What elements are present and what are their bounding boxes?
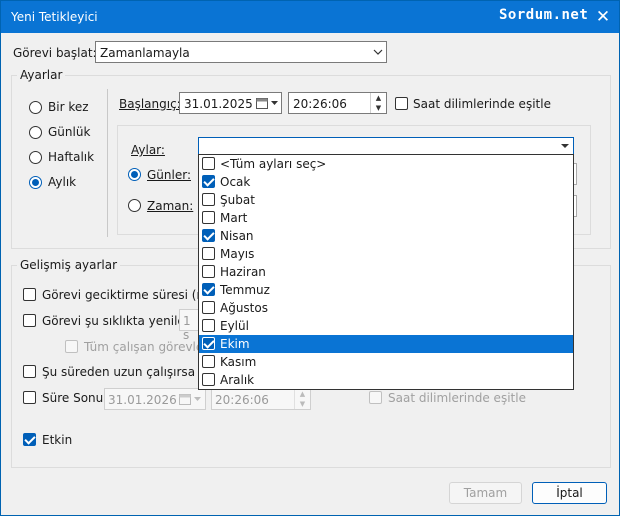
expire-time-field[interactable]: 20:26:06 ▲ ▼ xyxy=(211,388,311,410)
expire-date-picker[interactable]: 31.01.2026 xyxy=(104,388,206,410)
start-task-label: Görevi başlat: xyxy=(13,46,97,60)
chevron-down-icon xyxy=(373,49,383,55)
calendar-icon[interactable] xyxy=(179,393,203,405)
month-checkbox[interactable] xyxy=(202,157,215,170)
radio-once[interactable] xyxy=(29,101,42,114)
expire-time-spinner[interactable]: ▲ ▼ xyxy=(294,389,310,409)
start-time-value: 20:26:06 xyxy=(293,97,347,111)
expire-checkbox[interactable] xyxy=(23,391,36,404)
month-checkbox[interactable] xyxy=(202,301,215,314)
radio-monthly-label: Aylık xyxy=(48,175,77,189)
month-checkbox[interactable] xyxy=(202,211,215,224)
month-checkbox[interactable] xyxy=(202,175,215,188)
chevron-down-icon xyxy=(561,144,569,148)
expire-label: Süre Sonu: xyxy=(42,391,108,405)
month-checkbox[interactable] xyxy=(202,247,215,260)
month-item-label: Haziran xyxy=(220,265,266,279)
month-item-label: Nisan xyxy=(220,229,254,243)
start-date-picker[interactable]: 31.01.2025 xyxy=(179,92,282,114)
start-date-label: Başlangıç: xyxy=(119,97,181,111)
month-item-aug[interactable]: Ağustos xyxy=(199,299,573,317)
month-item-jan[interactable]: Ocak xyxy=(199,173,573,191)
radio-once-label: Bir kez xyxy=(48,100,89,114)
start-task-combo[interactable]: Zamanlamayla xyxy=(95,41,387,63)
expire-sync-checkbox[interactable] xyxy=(369,391,382,404)
watermark-logo: Sordum.net xyxy=(499,7,589,23)
advanced-group-title: Gelişmiş ayarlar xyxy=(17,258,121,272)
month-item-sep[interactable]: Eylül xyxy=(199,317,573,335)
month-checkbox[interactable] xyxy=(202,229,215,242)
radio-days[interactable] xyxy=(128,168,141,181)
month-item-may[interactable]: Mayıs xyxy=(199,245,573,263)
month-item-nov[interactable]: Kasım xyxy=(199,353,573,371)
enabled-checkbox[interactable] xyxy=(23,433,36,446)
stop-all-checkbox[interactable] xyxy=(65,340,78,353)
repeat-checkbox[interactable] xyxy=(23,314,36,327)
calendar-icon[interactable] xyxy=(256,97,280,109)
radio-daily-label: Günlük xyxy=(48,125,91,139)
close-icon[interactable]: ✕ xyxy=(592,6,614,28)
spin-up-icon[interactable]: ▲ xyxy=(371,93,386,103)
sync-timezone-label: Saat dilimlerinde eşitle xyxy=(413,97,551,111)
month-checkbox[interactable] xyxy=(202,319,215,332)
month-item-label: Kasım xyxy=(220,355,257,369)
month-item-all[interactable]: <Tüm ayları seç> xyxy=(199,155,573,173)
expire-date-value: 31.01.2026 xyxy=(108,393,177,407)
start-date-value: 31.01.2025 xyxy=(184,97,253,111)
month-item-label: Mayıs xyxy=(220,247,255,261)
on-label: Zaman: xyxy=(147,199,194,213)
month-item-label: Ekim xyxy=(220,337,250,351)
month-item-label: Ağustos xyxy=(220,301,268,315)
radio-weekly-label: Haftalık xyxy=(48,150,95,164)
months-dropdown-list: <Tüm ayları seç> Ocak Şubat Mart Nisan M… xyxy=(198,154,574,390)
month-checkbox[interactable] xyxy=(202,265,215,278)
start-time-field[interactable]: 20:26:06 ▲ ▼ xyxy=(288,92,387,114)
month-checkbox[interactable] xyxy=(202,373,215,386)
start-task-value: Zamanlamayla xyxy=(100,46,190,60)
expire-sync-label: Saat dilimlerinde eşitle xyxy=(388,391,526,405)
expire-time-value: 20:26:06 xyxy=(215,393,269,407)
enabled-label: Etkin xyxy=(42,433,73,447)
days-label: Günler: xyxy=(147,168,191,182)
month-checkbox[interactable] xyxy=(202,193,215,206)
month-item-dec[interactable]: Aralık xyxy=(199,371,573,389)
time-spinner[interactable]: ▲ ▼ xyxy=(370,93,386,113)
month-item-label: Aralık xyxy=(220,373,255,387)
month-checkbox[interactable] xyxy=(202,283,215,296)
month-item-feb[interactable]: Şubat xyxy=(199,191,573,209)
settings-divider xyxy=(107,89,108,237)
month-item-label: Temmuz xyxy=(220,283,270,297)
radio-daily[interactable] xyxy=(29,126,42,139)
month-checkbox[interactable] xyxy=(202,337,215,350)
dialog-window: Yeni Tetikleyici Sordum.net ✕ Görevi baş… xyxy=(0,0,620,516)
month-item-jun[interactable]: Haziran xyxy=(199,263,573,281)
month-item-mar[interactable]: Mart xyxy=(199,209,573,227)
sync-timezone-checkbox[interactable] xyxy=(395,97,408,110)
month-item-label: Eylül xyxy=(220,319,249,333)
spin-down-icon[interactable]: ▼ xyxy=(295,399,310,409)
spin-up-icon[interactable]: ▲ xyxy=(295,389,310,399)
title-bar[interactable]: Yeni Tetikleyici Sordum.net ✕ xyxy=(1,1,619,33)
month-item-apr[interactable]: Nisan xyxy=(199,227,573,245)
spin-down-icon[interactable]: ▼ xyxy=(371,103,386,113)
delay-checkbox[interactable] xyxy=(23,288,36,301)
cancel-button[interactable]: İptal xyxy=(532,482,607,504)
radio-weekly[interactable] xyxy=(29,151,42,164)
month-item-label: Ocak xyxy=(220,175,251,189)
month-item-label: Şubat xyxy=(220,193,255,207)
month-item-jul[interactable]: Temmuz xyxy=(199,281,573,299)
ok-button[interactable]: Tamam xyxy=(449,482,522,504)
window-title: Yeni Tetikleyici xyxy=(11,10,98,24)
radio-monthly[interactable] xyxy=(29,176,42,189)
month-item-label: Mart xyxy=(220,211,248,225)
month-item-label: <Tüm ayları seç> xyxy=(220,157,327,171)
stop-all-label: Tüm çalışan görevleri xyxy=(84,340,212,354)
months-label: Aylar: xyxy=(131,143,165,157)
month-item-oct[interactable]: Ekim xyxy=(199,335,573,353)
radio-on[interactable] xyxy=(128,199,141,212)
stop-long-checkbox[interactable] xyxy=(23,365,36,378)
settings-group-title: Ayarlar xyxy=(17,68,66,82)
repeat-label: Görevi şu sıklıkta yenile: xyxy=(42,314,189,328)
month-checkbox[interactable] xyxy=(202,355,215,368)
